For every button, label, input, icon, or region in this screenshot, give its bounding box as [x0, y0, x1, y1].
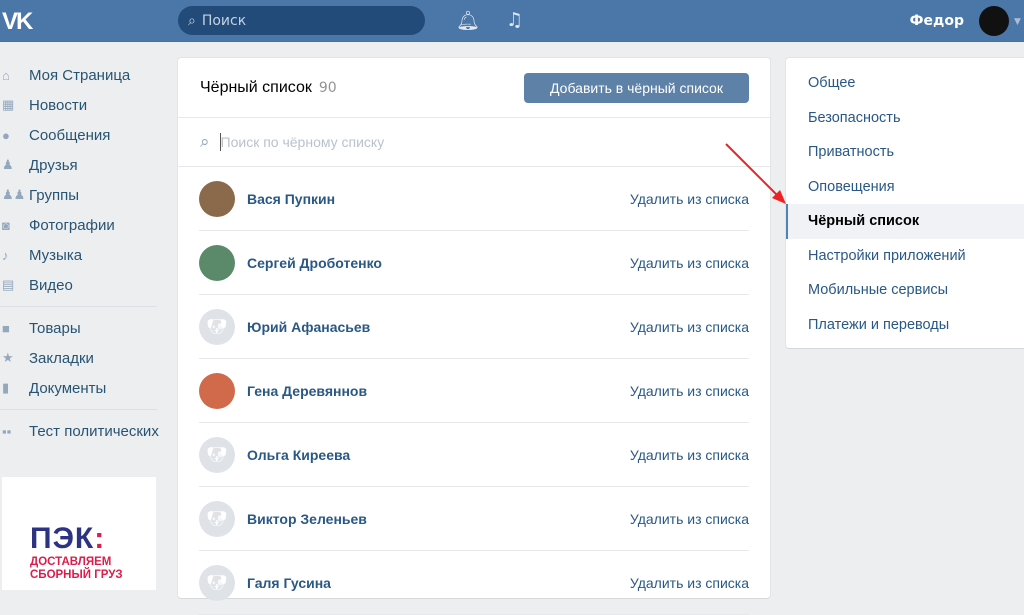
news-icon: ▦: [2, 97, 15, 112]
friends-icon: ♟: [2, 157, 14, 172]
sidebar-item-bookmarks[interactable]: ★ Закладки: [0, 343, 160, 373]
groups-icon: ♟♟: [2, 187, 26, 202]
label: Музыка: [29, 246, 83, 264]
label: Моя Страница: [29, 66, 131, 84]
blacklist-count: 90: [318, 79, 337, 96]
label: Сообщения: [29, 126, 111, 144]
blacklist-search-input[interactable]: ⌕ Поиск по чёрному списку: [178, 118, 770, 167]
label: Тест политических: [29, 422, 159, 440]
user-name-link[interactable]: Виктор Зеленьев: [247, 511, 630, 527]
table-row: 🐶︎ Юрий Афанасьев Удалить из списка: [199, 295, 749, 359]
add-to-blacklist-button[interactable]: Добавить в чёрный список: [524, 73, 749, 103]
chevron-down-icon[interactable]: ▼: [1014, 17, 1021, 27]
label: Закладки: [29, 349, 94, 367]
sidebar-item-app[interactable]: ▪▪ Тест политических: [0, 416, 160, 446]
settings-item[interactable]: Безопасность: [786, 101, 1024, 136]
remove-from-list-link[interactable]: Удалить из списка: [630, 511, 749, 527]
table-row: 🐶︎ Виктор Зеленьев Удалить из списка: [199, 487, 749, 551]
divider: [0, 409, 157, 410]
sidebar-item-video[interactable]: ▤ Видео: [0, 270, 160, 300]
music-icon: ♪: [2, 247, 9, 263]
sidebar-item-my-page[interactable]: ⌂ Моя Страница: [0, 60, 160, 90]
avatar[interactable]: 🐶︎: [199, 500, 235, 537]
sidebar-item-groups[interactable]: ♟♟ Группы: [0, 180, 160, 210]
ad-text-1: ДОСТАВЛЯЕМ: [30, 556, 112, 568]
avatar[interactable]: 🐶︎: [199, 436, 235, 473]
label: Группы: [29, 186, 79, 204]
table-row: 🐶︎ Галя Гусина Удалить из списка: [199, 551, 749, 615]
label: Товары: [29, 319, 81, 337]
ad-banner[interactable]: ПЭК: ДОСТАВЛЯЕМ СБОРНЫЙ ГРУЗ: [2, 477, 156, 590]
sidebar-item-goods[interactable]: ■ Товары: [0, 313, 160, 343]
sidebar: ⌂ Моя Страница ▦ Новости ● Сообщения ♟ Друзь…: [0, 60, 160, 446]
user-name-link[interactable]: Гена Деревяннов: [247, 383, 630, 399]
table-row: Сергей Дроботенко Удалить из списка: [199, 231, 749, 295]
settings-item[interactable]: Чёрный список: [786, 204, 1024, 239]
avatar[interactable]: [979, 6, 1009, 36]
search-icon: ⌕: [200, 132, 210, 151]
avatar[interactable]: 🐶︎: [199, 564, 235, 601]
label: Документы: [29, 379, 107, 397]
page-title: Чёрный список: [200, 78, 312, 96]
user-name-link[interactable]: Ольга Киреева: [247, 447, 630, 463]
label: Видео: [29, 276, 73, 294]
remove-from-list-link[interactable]: Удалить из списка: [630, 575, 749, 591]
video-icon: ▤: [2, 277, 15, 292]
user-name-link[interactable]: Юрий Афанасьев: [247, 319, 630, 335]
divider: [0, 306, 157, 307]
label: Друзья: [29, 156, 78, 174]
settings-item[interactable]: Общее: [786, 66, 1024, 101]
home-icon: ⌂: [2, 67, 10, 83]
music-icon[interactable]: ♫: [506, 9, 523, 31]
messages-icon: ●: [2, 127, 10, 143]
table-row: Гена Деревяннов Удалить из списка: [199, 359, 749, 423]
remove-from-list-link[interactable]: Удалить из списка: [630, 319, 749, 335]
red-arrow-annotation: [725, 143, 786, 204]
vk-logo[interactable]: VK: [2, 8, 33, 36]
label: Фотографии: [29, 216, 115, 234]
table-row: Вася Пупкин Удалить из списка: [199, 167, 749, 231]
sidebar-item-news[interactable]: ▦ Новости: [0, 90, 160, 120]
ad-brand: ПЭК: [30, 522, 95, 555]
user-name-link[interactable]: Сергей Дроботенко: [247, 255, 630, 271]
settings-item[interactable]: Приватность: [786, 135, 1024, 170]
sidebar-item-messages[interactable]: ● Сообщения: [0, 120, 160, 150]
user-name-link[interactable]: Галя Гусина: [247, 575, 630, 591]
blacklist-panel: Чёрный список 90 Добавить в чёрный списо…: [178, 58, 770, 615]
settings-item[interactable]: Оповещения: [786, 170, 1024, 205]
ad-text-2: СБОРНЫЙ ГРУЗ: [30, 569, 123, 581]
search-placeholder: Поиск по чёрному списку: [220, 134, 385, 150]
settings-item[interactable]: Настройки приложений: [786, 239, 1024, 274]
search-input[interactable]: ⌕ Поиск: [178, 6, 425, 35]
top-bar: VK ⌕ Поиск 🔔︎ ♫ Федор ▼: [0, 0, 1024, 42]
sidebar-item-friends[interactable]: ♟ Друзья: [0, 150, 160, 180]
star-icon: ★: [2, 350, 14, 365]
settings-item[interactable]: Платежи и переводы: [786, 308, 1024, 343]
bell-icon[interactable]: 🔔︎: [456, 9, 480, 32]
avatar[interactable]: [199, 372, 235, 409]
ad-logo: ПЭК:: [30, 522, 106, 555]
user-name-link[interactable]: Вася Пупкин: [247, 191, 630, 207]
avatar[interactable]: [199, 180, 235, 217]
bag-icon: ■: [2, 320, 10, 336]
sidebar-item-photos[interactable]: ◙ Фотографии: [0, 210, 160, 240]
sidebar-item-documents[interactable]: ▮ Документы: [0, 373, 160, 403]
table-row: 🐶︎ Ольга Киреева Удалить из списка: [199, 423, 749, 487]
label: Новости: [29, 96, 88, 114]
camera-icon: ◙: [2, 217, 10, 233]
settings-item[interactable]: Мобильные сервисы: [786, 273, 1024, 308]
remove-from-list-link[interactable]: Удалить из списка: [630, 383, 749, 399]
avatar[interactable]: 🐶︎: [199, 308, 235, 345]
remove-from-list-link[interactable]: Удалить из списка: [630, 255, 749, 271]
app-icon: ▪▪: [2, 423, 12, 439]
search-placeholder: Поиск: [201, 12, 247, 29]
document-icon: ▮: [2, 380, 10, 395]
sidebar-item-music[interactable]: ♪ Музыка: [0, 240, 160, 270]
avatar[interactable]: [199, 244, 235, 281]
settings-menu: Общее Безопасность Приватность Оповещения Чё…: [786, 58, 1024, 348]
remove-from-list-link[interactable]: Удалить из списка: [630, 447, 749, 463]
user-name[interactable]: Федор: [910, 13, 964, 29]
search-icon: ⌕: [188, 12, 196, 29]
